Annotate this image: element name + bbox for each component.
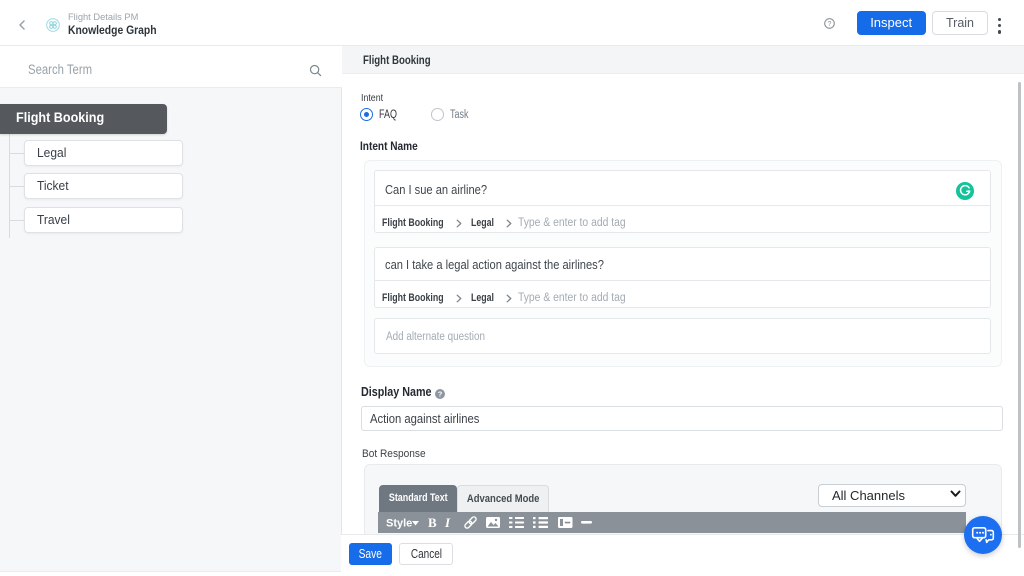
svg-text:I: I xyxy=(444,515,451,530)
svg-text:Style: Style xyxy=(386,518,412,530)
svg-text:?: ? xyxy=(828,21,832,28)
svg-text:B: B xyxy=(428,515,437,530)
svg-text:?: ? xyxy=(438,390,443,399)
